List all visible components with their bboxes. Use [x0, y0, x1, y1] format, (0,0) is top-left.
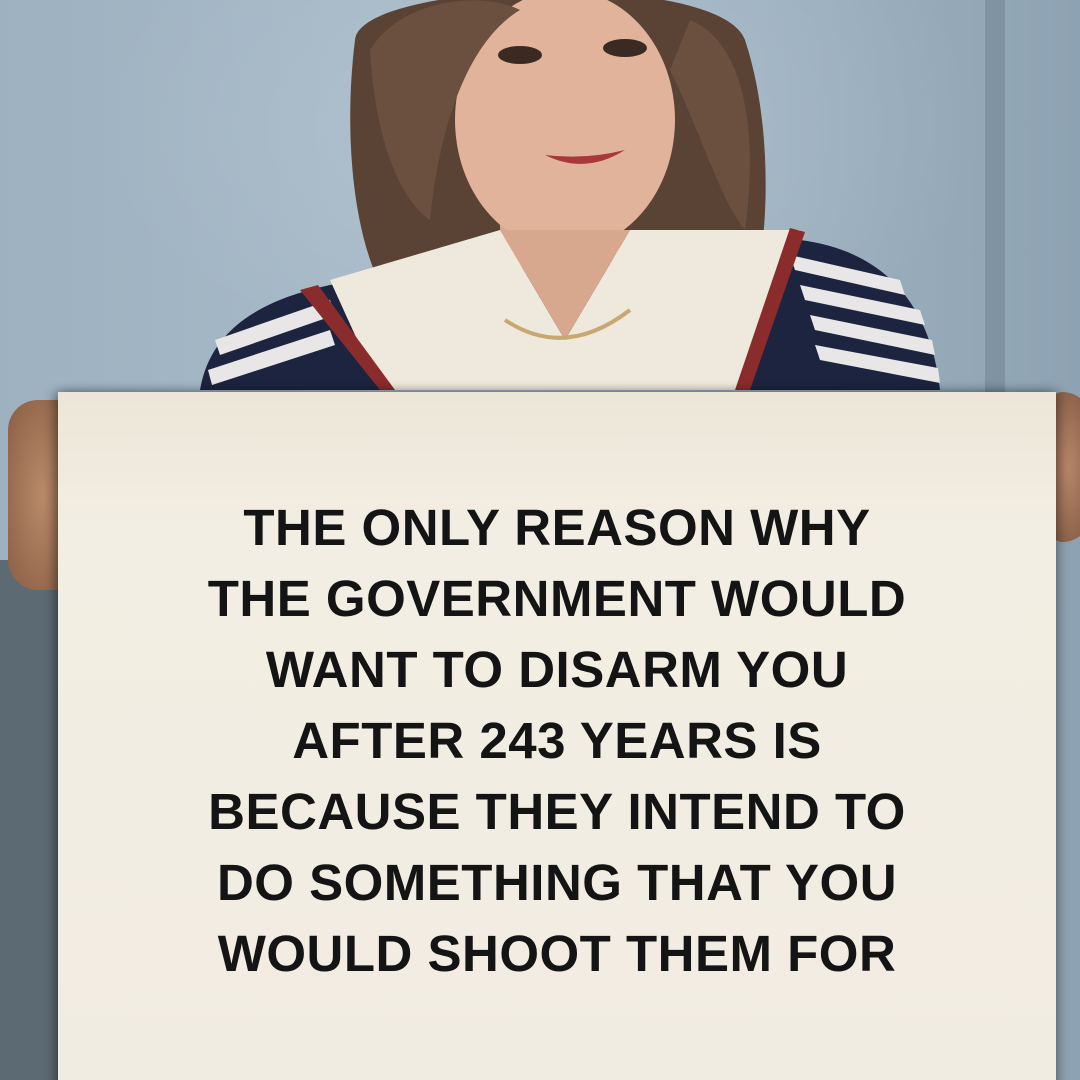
woman-figure [200, 0, 940, 390]
background-cabinet [0, 560, 60, 1080]
left-eye [498, 46, 542, 64]
sign-line-4: AFTER 243 YEARS IS [292, 712, 822, 769]
sign-line-2: THE GOVERNMENT WOULD [207, 570, 907, 627]
sign-line-6: DO SOMETHING THAT YOU [216, 854, 898, 911]
right-hand [1052, 392, 1080, 542]
sign-message: THE ONLY REASON WHY THE GOVERNMENT WOULD… [58, 492, 1056, 989]
sign-line-5: BECAUSE THEY INTEND TO [208, 783, 906, 840]
sign-line-3: WANT TO DISARM YOU [265, 641, 849, 698]
cardboard-sign: THE ONLY REASON WHY THE GOVERNMENT WOULD… [58, 392, 1056, 1080]
right-eye [603, 39, 647, 57]
meme-image: THE ONLY REASON WHY THE GOVERNMENT WOULD… [0, 0, 1080, 1080]
sign-line-7: WOULD SHOOT THEM FOR [217, 925, 897, 982]
sign-line-1: THE ONLY REASON WHY [243, 499, 871, 556]
